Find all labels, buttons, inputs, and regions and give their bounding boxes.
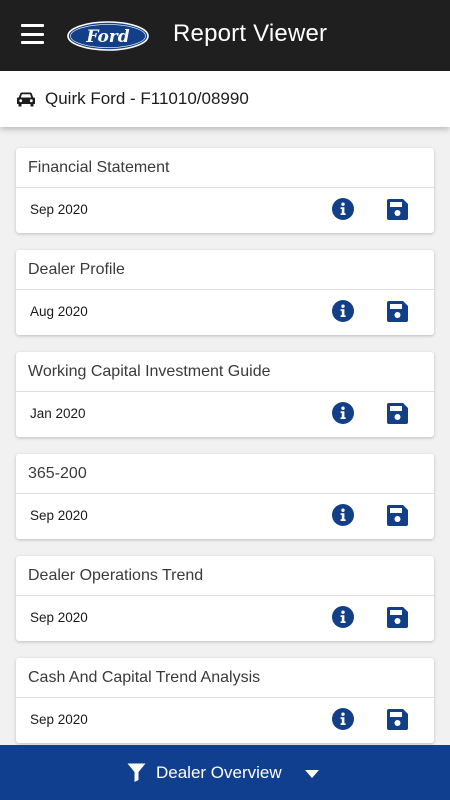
report-date: Sep 2020 xyxy=(30,610,88,625)
save-icon[interactable] xyxy=(387,709,408,730)
dealer-overview-label: Dealer Overview xyxy=(156,763,282,782)
report-date: Sep 2020 xyxy=(30,712,88,727)
ford-logo: Ford xyxy=(67,21,149,51)
report-title[interactable]: Dealer Operations Trend xyxy=(28,567,203,585)
report-list: Financial Statement Sep 2020 Dealer Prof… xyxy=(16,148,434,760)
dealer-overview-selector[interactable]: Dealer Overview xyxy=(0,745,450,800)
dealer-name: Quirk Ford - F11010/08990 xyxy=(45,89,249,108)
report-title[interactable]: Cash And Capital Trend Analysis xyxy=(28,669,260,687)
info-icon[interactable] xyxy=(332,504,354,526)
save-icon[interactable] xyxy=(387,403,408,424)
report-card: Financial Statement Sep 2020 xyxy=(16,148,434,233)
report-card: Working Capital Investment Guide Jan 202… xyxy=(16,352,434,437)
report-date: Sep 2020 xyxy=(30,202,88,217)
info-icon[interactable] xyxy=(332,606,354,628)
info-icon[interactable] xyxy=(332,300,354,322)
page-title: Report Viewer xyxy=(173,20,328,47)
report-title[interactable]: Dealer Profile xyxy=(28,261,125,279)
divider xyxy=(16,289,434,290)
report-date: Jan 2020 xyxy=(30,406,86,421)
report-date: Aug 2020 xyxy=(30,304,88,319)
info-icon[interactable] xyxy=(332,402,354,424)
save-icon[interactable] xyxy=(387,199,408,220)
report-card: Cash And Capital Trend Analysis Sep 2020 xyxy=(16,658,434,743)
divider xyxy=(16,187,434,188)
info-icon[interactable] xyxy=(332,198,354,220)
chevron-down-icon[interactable] xyxy=(305,770,319,778)
hamburger-menu-icon[interactable] xyxy=(21,24,44,44)
divider xyxy=(16,391,434,392)
svg-text:Ford: Ford xyxy=(85,27,129,47)
report-title[interactable]: Financial Statement xyxy=(28,159,169,177)
save-icon[interactable] xyxy=(387,505,408,526)
report-title[interactable]: 365-200 xyxy=(28,465,87,483)
report-card: Dealer Operations Trend Sep 2020 xyxy=(16,556,434,641)
filter-icon xyxy=(127,763,146,782)
info-icon[interactable] xyxy=(332,708,354,730)
report-date: Sep 2020 xyxy=(30,508,88,523)
divider xyxy=(16,697,434,698)
report-card: Dealer Profile Aug 2020 xyxy=(16,250,434,335)
divider xyxy=(16,493,434,494)
app-bar: Ford Report Viewer xyxy=(0,0,450,71)
report-card: 365-200 Sep 2020 xyxy=(16,454,434,539)
report-title[interactable]: Working Capital Investment Guide xyxy=(28,363,270,381)
save-icon[interactable] xyxy=(387,607,408,628)
car-icon xyxy=(17,92,35,107)
divider xyxy=(16,595,434,596)
save-icon[interactable] xyxy=(387,301,408,322)
dealer-selector[interactable]: Quirk Ford - F11010/08990 xyxy=(0,71,450,127)
